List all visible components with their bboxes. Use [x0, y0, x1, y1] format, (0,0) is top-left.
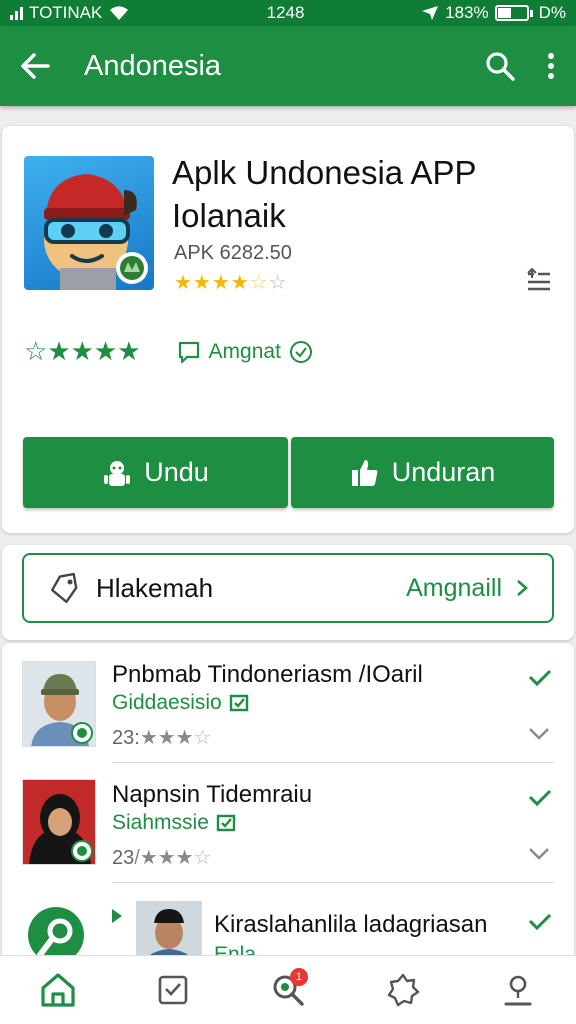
- battery-percent: 183%: [445, 3, 489, 22]
- download-label-1: Undu: [144, 457, 209, 487]
- review-item[interactable]: Kiraslahanlila ladagriasan Enla: [2, 883, 574, 963]
- reviews-card: Pnbmab Tindoneriasm /IOaril Giddaesisio …: [2, 643, 574, 963]
- review-name: Pnbmab Tindoneriasm /IOaril: [112, 661, 423, 688]
- download-button-1[interactable]: Undu: [23, 437, 288, 508]
- rating-row: ☆★★★★ Amgnat: [24, 336, 313, 367]
- app-version: APK 6282.50: [174, 242, 292, 264]
- nav-tasks[interactable]: [143, 960, 203, 1020]
- recommend-label: Amgnat: [208, 339, 281, 363]
- review-name: Kiraslahanlila ladagriasan: [214, 911, 488, 938]
- app-rating-stars: ★★★★☆☆: [174, 272, 288, 294]
- nav-search[interactable]: 1: [258, 960, 318, 1020]
- tag-icon: [50, 572, 78, 603]
- status-extra: D%: [538, 3, 566, 22]
- nav-home[interactable]: [28, 960, 88, 1020]
- download-robot-icon: [104, 460, 131, 486]
- comment-icon: [178, 341, 199, 363]
- report-action[interactable]: Amgnaill: [406, 574, 528, 603]
- app-details-card: Aplk Undonesia APP Iolanaik APK 6282.50 …: [2, 126, 574, 533]
- search-icon[interactable]: [484, 50, 516, 82]
- carrier-label: TOTINAK: [29, 3, 103, 22]
- page-title: Andonesia: [84, 49, 222, 82]
- check-circle-icon: [289, 340, 312, 363]
- review-sub: Giddaesisio: [112, 691, 250, 715]
- profile-icon: [504, 975, 532, 1006]
- wifi-icon: [110, 6, 129, 20]
- report-row[interactable]: Hlakemah Amgnaill: [22, 553, 554, 623]
- checkbox-icon: [158, 975, 188, 1005]
- review-item[interactable]: Pnbmab Tindoneriasm /IOaril Giddaesisio …: [2, 643, 574, 763]
- review-sub: Siahmssie: [112, 811, 237, 835]
- home-icon: [40, 973, 75, 1007]
- app-bar: Andonesia: [0, 26, 576, 106]
- report-label: Hlakemah: [96, 572, 214, 603]
- avatar: [136, 901, 202, 963]
- list-filter-icon[interactable]: [526, 268, 552, 292]
- review-meta: 23/★★★☆: [112, 847, 212, 869]
- download-button-2[interactable]: Unduran: [291, 437, 554, 508]
- badge-star-icon: [229, 694, 248, 712]
- verified-badge-icon: [71, 840, 93, 862]
- review-name: Napnsin Tidemraiu: [112, 781, 313, 808]
- nav-awards[interactable]: [373, 960, 433, 1020]
- recommend-button[interactable]: Amgnat: [177, 340, 313, 364]
- nav-profile[interactable]: [488, 960, 548, 1020]
- app-title: Aplk Undonesia APP Iolanaik: [172, 154, 477, 234]
- sparkle-icon: [112, 909, 122, 923]
- review-item[interactable]: Napnsin Tidemraiu Siahmssie 23/★★★☆: [2, 763, 574, 883]
- avatar: [22, 779, 96, 865]
- badge-star-icon: [216, 814, 236, 832]
- green-stars[interactable]: ☆★★★★: [24, 336, 141, 367]
- app-icon: [24, 156, 154, 290]
- chevron-down-icon[interactable]: [528, 727, 550, 741]
- more-vert-icon[interactable]: [546, 51, 556, 81]
- report-card: Hlakemah Amgnaill: [2, 545, 574, 640]
- bottom-nav: 1: [0, 955, 576, 1024]
- chevron-down-icon[interactable]: [528, 847, 550, 861]
- badge-star-icon: [387, 973, 420, 1007]
- avatar: [22, 661, 96, 747]
- review-meta: 23:★★★☆: [112, 727, 212, 749]
- signal-icon: [10, 6, 23, 20]
- check-icon[interactable]: [528, 913, 552, 931]
- thumbs-up-icon: [351, 459, 378, 486]
- status-bar: TOTINAK 1248 183% D%: [0, 0, 576, 26]
- chevron-right-icon: [517, 580, 528, 596]
- notification-badge: 1: [289, 968, 308, 986]
- clock: 1248: [266, 3, 305, 22]
- verified-badge-icon: [71, 722, 93, 744]
- battery-icon: [494, 5, 529, 21]
- check-icon[interactable]: [528, 669, 552, 687]
- download-label-2: Unduran: [391, 457, 496, 487]
- check-icon[interactable]: [528, 789, 552, 807]
- arrow-left-icon[interactable]: [20, 52, 50, 80]
- location-icon: [422, 6, 439, 20]
